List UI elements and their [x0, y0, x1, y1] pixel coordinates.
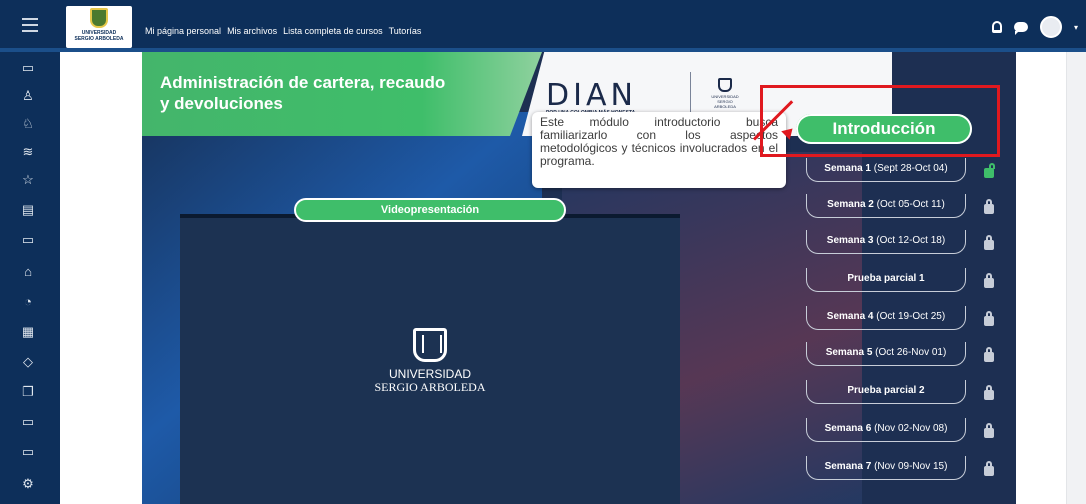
- partial-test-1-button[interactable]: Prueba parcial 1: [806, 268, 966, 292]
- folder-icon[interactable]: ▭: [20, 60, 36, 76]
- university-logo[interactable]: UNIVERSIDAD SERGIO ARBOLEDA: [66, 6, 132, 48]
- nav-tutorials[interactable]: Tutorías: [389, 26, 422, 36]
- intro-tooltip: Este módulo introductorio busca familiar…: [532, 112, 786, 188]
- dashboard-icon[interactable]: ◔: [20, 294, 36, 310]
- home-icon[interactable]: ⌂: [20, 264, 36, 280]
- main-nav: Mi página personal Mis archivos Lista co…: [145, 26, 421, 36]
- lock-icon[interactable]: [984, 385, 994, 400]
- week-2-button[interactable]: Semana 2 (Oct 05-Oct 11): [806, 194, 966, 218]
- top-navbar: UNIVERSIDAD SERGIO ARBOLEDA Mi página pe…: [0, 0, 1086, 52]
- shield-icon: [413, 328, 447, 362]
- video-presentation-button[interactable]: Videopresentación: [294, 198, 566, 222]
- user-group-icon[interactable]: ♙: [20, 88, 36, 104]
- chevron-down-icon[interactable]: ▾: [1074, 23, 1078, 32]
- highlight-box: [760, 85, 1000, 157]
- dian-logo: DIAN: [546, 78, 637, 113]
- folder-icon[interactable]: ▭: [20, 232, 36, 248]
- scrollbar[interactable]: [1066, 52, 1086, 504]
- video-logo-line2: SERGIO ARBOLEDA: [374, 380, 486, 394]
- settings-icon[interactable]: ⚙: [20, 476, 36, 492]
- user-tools: ▾: [991, 16, 1078, 38]
- logo-text: UNIVERSIDAD SERGIO ARBOLEDA: [74, 30, 124, 42]
- sidebar: ▭ ♙ ♘ ≋ ☆ ▤ ▭ ⌂ ◔ ▦ ◇ ❐ ▭ ▭ ⚙: [0, 52, 60, 504]
- course-title: Administración de cartera, recaudo y dev…: [160, 73, 446, 113]
- lock-icon[interactable]: [984, 311, 994, 326]
- partial-test-2-button[interactable]: Prueba parcial 2: [806, 380, 966, 404]
- week-5-button[interactable]: Semana 5 (Oct 26-Nov 01): [806, 342, 966, 366]
- lock-icon[interactable]: [984, 235, 994, 250]
- user-group-icon[interactable]: ♘: [20, 116, 36, 132]
- nav-my-files[interactable]: Mis archivos: [227, 26, 277, 36]
- folder-icon[interactable]: ▭: [20, 414, 36, 430]
- lock-icon[interactable]: [984, 199, 994, 214]
- week-4-button[interactable]: Semana 4 (Oct 19-Oct 25): [806, 306, 966, 330]
- nav-all-courses[interactable]: Lista completa de cursos: [283, 26, 383, 36]
- week-1-button[interactable]: Semana 1 (Sept 28-Oct 04): [806, 158, 966, 182]
- lock-icon[interactable]: [984, 273, 994, 288]
- week-7-button[interactable]: Semana 7 (Nov 09-Nov 15): [806, 456, 966, 480]
- book-icon[interactable]: ▤: [20, 202, 36, 218]
- lock-icon[interactable]: [984, 347, 994, 362]
- shield-icon: [90, 8, 108, 28]
- layers-icon[interactable]: ≋: [20, 144, 36, 160]
- week-3-button[interactable]: Semana 3 (Oct 12-Oct 18): [806, 230, 966, 254]
- calendar-icon[interactable]: ▦: [20, 324, 36, 340]
- files-icon[interactable]: ❐: [20, 384, 36, 400]
- week-6-button[interactable]: Semana 6 (Nov 02-Nov 08): [806, 418, 966, 442]
- avatar[interactable]: [1039, 16, 1062, 38]
- nav-my-page[interactable]: Mi página personal: [145, 26, 221, 36]
- course-banner: Administración de cartera, recaudo y dev…: [142, 52, 1016, 504]
- partner-logo: UNIVERSIDAD SERGIO ARBOLEDA: [708, 78, 742, 112]
- video-player[interactable]: UNIVERSIDAD SERGIO ARBOLEDA: [180, 214, 680, 504]
- star-icon[interactable]: ☆: [20, 172, 36, 188]
- chat-icon[interactable]: [1013, 22, 1028, 35]
- folder-icon[interactable]: ▭: [20, 444, 36, 460]
- bell-icon[interactable]: [991, 21, 1002, 33]
- video-university-logo: UNIVERSIDAD SERGIO ARBOLEDA: [370, 328, 490, 394]
- shield-icon: [718, 78, 732, 92]
- unlock-icon[interactable]: [984, 163, 995, 178]
- lock-icon[interactable]: [984, 423, 994, 438]
- graduation-cap-icon[interactable]: ◇: [20, 354, 36, 370]
- lock-icon[interactable]: [984, 461, 994, 476]
- main-content: Administración de cartera, recaudo y dev…: [60, 52, 1086, 504]
- partner-logo-text: UNIVERSIDAD SERGIO ARBOLEDA: [711, 94, 739, 109]
- menu-toggle-icon[interactable]: [22, 18, 38, 32]
